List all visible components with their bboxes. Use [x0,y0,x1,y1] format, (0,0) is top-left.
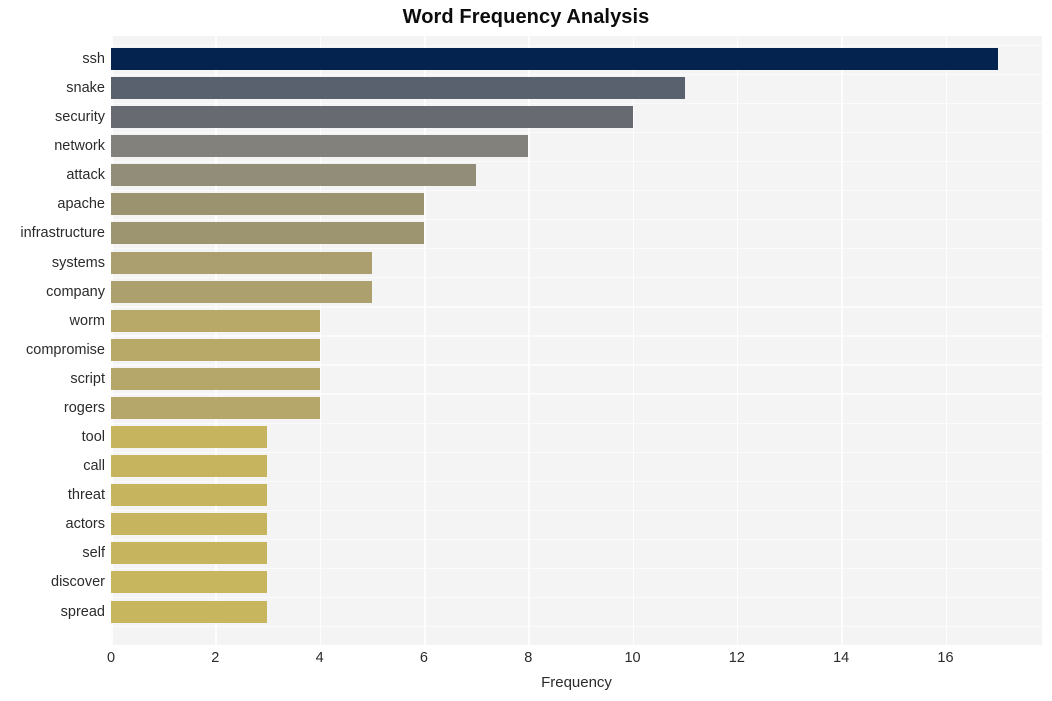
bar [111,367,320,390]
x-axis-tick-label: 14 [833,650,850,666]
y-axis-tick-label: discover [51,574,105,591]
bar [111,135,529,158]
y-axis-tick-label: snake [66,80,105,97]
bar [111,251,372,274]
y-axis-tick-label: infrastructure [20,225,105,242]
y-axis-tick-label: rogers [63,399,105,416]
bar [111,455,268,478]
bar [111,77,685,100]
y-axis-tick-labels: ssh snake security network attack apache infra… [0,36,105,645]
x-axis-tick-label: 0 [106,650,116,666]
x-axis-tick-label: 12 [728,650,745,666]
y-axis-tick-label: threat [67,487,105,504]
y-axis-tick-label: spread [60,603,105,620]
x-axis-tick-label: 4 [315,650,324,666]
x-axis-tick-label: 8 [524,650,533,666]
bar [111,396,320,419]
plot-area [111,36,1042,645]
x-axis-tick-label: 2 [211,650,220,666]
x-axis-tick-label: 6 [419,650,428,666]
y-axis-tick-label: worm [69,312,105,329]
bar [111,106,633,129]
bar [111,484,268,507]
bars-layer [111,36,1042,645]
y-axis-tick-label: systems [51,254,105,271]
chart-title: Word Frequency Analysis [402,6,650,28]
bar [111,571,268,594]
bar [111,280,372,303]
y-axis-tick-label: actors [65,516,106,533]
y-axis-tick-label: tool [81,429,105,446]
y-axis-tick-label: attack [66,167,105,184]
y-axis-tick-label: apache [57,196,105,213]
bar [111,309,320,332]
bar [111,193,424,216]
y-axis-tick-label: compromise [26,341,105,358]
x-axis-tick-label: 10 [624,650,641,666]
bar [111,426,268,449]
x-axis-tick-label: 16 [937,650,954,666]
bar [111,48,998,70]
y-axis-tick-label: network [54,138,105,155]
y-axis-tick-label: self [82,545,105,562]
bar [111,600,268,623]
bar [111,338,320,361]
y-axis-tick-label: company [46,283,105,300]
y-axis-tick-label: ssh [82,51,105,67]
y-axis-tick-label: security [55,109,105,126]
bar [111,164,477,187]
bar [111,542,268,565]
x-axis-tick-labels: 0 2 4 6 8 10 12 14 16 [107,650,1042,672]
y-axis-tick-label: script [70,370,105,387]
bar [111,222,424,245]
y-axis-tick-label: call [83,458,105,475]
bar [111,513,268,536]
chart-figure: Word Frequency Analysis ssh snake security… [0,0,1052,701]
x-axis-title: Frequency [541,674,612,691]
